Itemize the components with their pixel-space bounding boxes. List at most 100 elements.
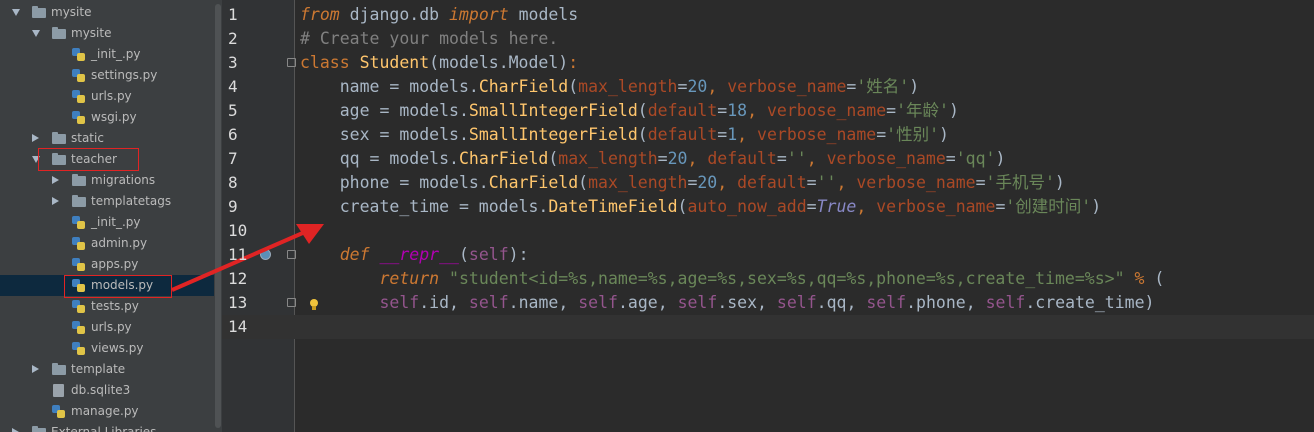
code-line[interactable]: return "student<id=%s,name=%s,age=%s,sex… — [300, 267, 1164, 291]
code-token: , — [717, 173, 738, 192]
python-file-icon — [72, 237, 85, 250]
fold-marker-end[interactable] — [287, 298, 296, 307]
code-token: ) — [995, 149, 1006, 168]
tree-item-migrations[interactable]: migrations — [0, 170, 214, 191]
code-token: Student — [359, 53, 430, 72]
tree-item-wsgi-py[interactable]: wsgi.py — [0, 107, 214, 128]
python-file-icon — [72, 279, 85, 292]
code-token: from — [300, 5, 340, 24]
code-token: .sex, — [717, 293, 777, 312]
folder-icon — [52, 153, 66, 165]
tree-item-manage-py[interactable]: manage.py — [0, 401, 214, 422]
line-number-text: 2 — [228, 29, 238, 48]
tree-item-label: static — [71, 131, 104, 145]
code-token: verbose_name — [876, 197, 996, 216]
code-token: '姓名' — [856, 77, 910, 96]
tree-item-mysite[interactable]: mysite — [0, 23, 214, 44]
code-token: , — [707, 77, 728, 96]
code-token: .create_time) — [1025, 293, 1155, 312]
code-token: , — [856, 197, 877, 216]
code-line[interactable]: create_time = models.DateTimeField(auto_… — [300, 195, 1101, 219]
line-number-text: 7 — [228, 149, 238, 168]
code-line[interactable]: age = models.SmallIntegerField(default=1… — [300, 99, 959, 123]
tree-item-views-py[interactable]: views.py — [0, 338, 214, 359]
tree-item-init-py[interactable]: _init_.py — [0, 212, 214, 233]
tree-item-label: models.py — [91, 278, 154, 292]
code-token: self — [677, 293, 718, 312]
code-token: default — [707, 149, 777, 168]
code-line[interactable]: from django.db import models — [300, 3, 578, 27]
code-token: = — [717, 125, 728, 144]
code-token: , — [747, 101, 767, 120]
code-token: max_length — [578, 77, 678, 96]
code-token: = — [687, 173, 698, 192]
chevron-right-icon[interactable] — [52, 197, 59, 205]
chevron-down-icon[interactable] — [32, 156, 40, 163]
chevron-down-icon[interactable] — [12, 9, 20, 16]
code-token: , — [737, 125, 758, 144]
python-file-icon — [52, 405, 65, 418]
chevron-right-icon[interactable] — [12, 428, 19, 432]
code-token: create_time = models. — [300, 197, 549, 216]
tree-item-init-py[interactable]: _init_.py — [0, 44, 214, 65]
tree-item-teacher[interactable]: teacher — [0, 149, 214, 170]
chevron-right-icon[interactable] — [32, 365, 39, 373]
folder-icon — [32, 426, 46, 432]
chevron-right-icon[interactable] — [52, 176, 59, 184]
code-token: = — [876, 125, 887, 144]
code-token: django.db — [339, 5, 450, 24]
line-number: 14 — [222, 315, 262, 339]
code-token: auto_now_add — [687, 197, 807, 216]
code-line[interactable]: # Create your models here. — [300, 27, 558, 51]
tree-item-admin-py[interactable]: admin.py — [0, 233, 214, 254]
code-token: 20 — [687, 77, 708, 96]
code-token: CharField — [458, 149, 549, 168]
code-line[interactable]: def __repr__(self): — [300, 243, 529, 267]
code-token: ): — [508, 245, 529, 264]
code-token: ) — [948, 101, 959, 120]
tree-item-db-sqlite3[interactable]: db.sqlite3 — [0, 380, 214, 401]
line-number-text: 8 — [228, 173, 238, 192]
tree-item-apps-py[interactable]: apps.py — [0, 254, 214, 275]
tree-item-urls-py[interactable]: urls.py — [0, 317, 214, 338]
lightbulb-icon[interactable] — [309, 299, 319, 311]
code-token: default — [647, 125, 718, 144]
chevron-down-icon[interactable] — [32, 30, 40, 37]
code-token: sex = models. — [300, 125, 469, 144]
code-token: self — [578, 293, 618, 312]
code-line[interactable]: sex = models.SmallIntegerField(default=1… — [300, 123, 949, 147]
code-token: "student<id=%s,name=%s,age=%s,sex=%s,qq=… — [449, 269, 1125, 288]
python-file-icon — [72, 300, 85, 313]
tree-item-templatetags[interactable]: templatetags — [0, 191, 214, 212]
code-line[interactable]: class Student(models.Model): — [300, 51, 578, 75]
fold-marker-class[interactable] — [287, 58, 296, 67]
code-token: = — [995, 197, 1006, 216]
tree-item-models-py[interactable]: models.py — [0, 275, 214, 296]
tree-item-tests-py[interactable]: tests.py — [0, 296, 214, 317]
code-token: = — [806, 173, 817, 192]
code-token: ( — [578, 173, 589, 192]
tree-item-label: mysite — [71, 26, 112, 40]
tree-scrollbar[interactable] — [214, 0, 222, 432]
tree-item-template[interactable]: template — [0, 359, 214, 380]
code-line[interactable]: name = models.CharField(max_length=20, v… — [300, 75, 919, 99]
chevron-right-icon[interactable] — [32, 134, 39, 142]
line-number-text: 9 — [228, 197, 238, 216]
code-token: ) — [939, 125, 949, 144]
tree-item-external-libraries[interactable]: External Libraries — [0, 422, 214, 432]
python-file-icon — [72, 321, 85, 334]
tree-scrollbar-thumb[interactable] — [215, 4, 221, 428]
code-line[interactable]: phone = models.CharField(max_length=20, … — [300, 171, 1065, 195]
fold-marker-def[interactable] — [287, 250, 296, 259]
tree-item-mysite[interactable]: mysite — [0, 2, 214, 23]
database-file-icon — [53, 384, 64, 397]
code-token: '' — [786, 149, 807, 168]
tree-item-urls-py[interactable]: urls.py — [0, 86, 214, 107]
code-line[interactable]: self.id, self.name, self.age, self.sex, … — [300, 291, 1154, 315]
tree-item-settings-py[interactable]: settings.py — [0, 65, 214, 86]
code-line[interactable]: qq = models.CharField(max_length=20, def… — [300, 147, 1006, 171]
tree-item-static[interactable]: static — [0, 128, 214, 149]
tree-item-label: manage.py — [71, 404, 139, 418]
python-file-icon — [72, 48, 85, 61]
